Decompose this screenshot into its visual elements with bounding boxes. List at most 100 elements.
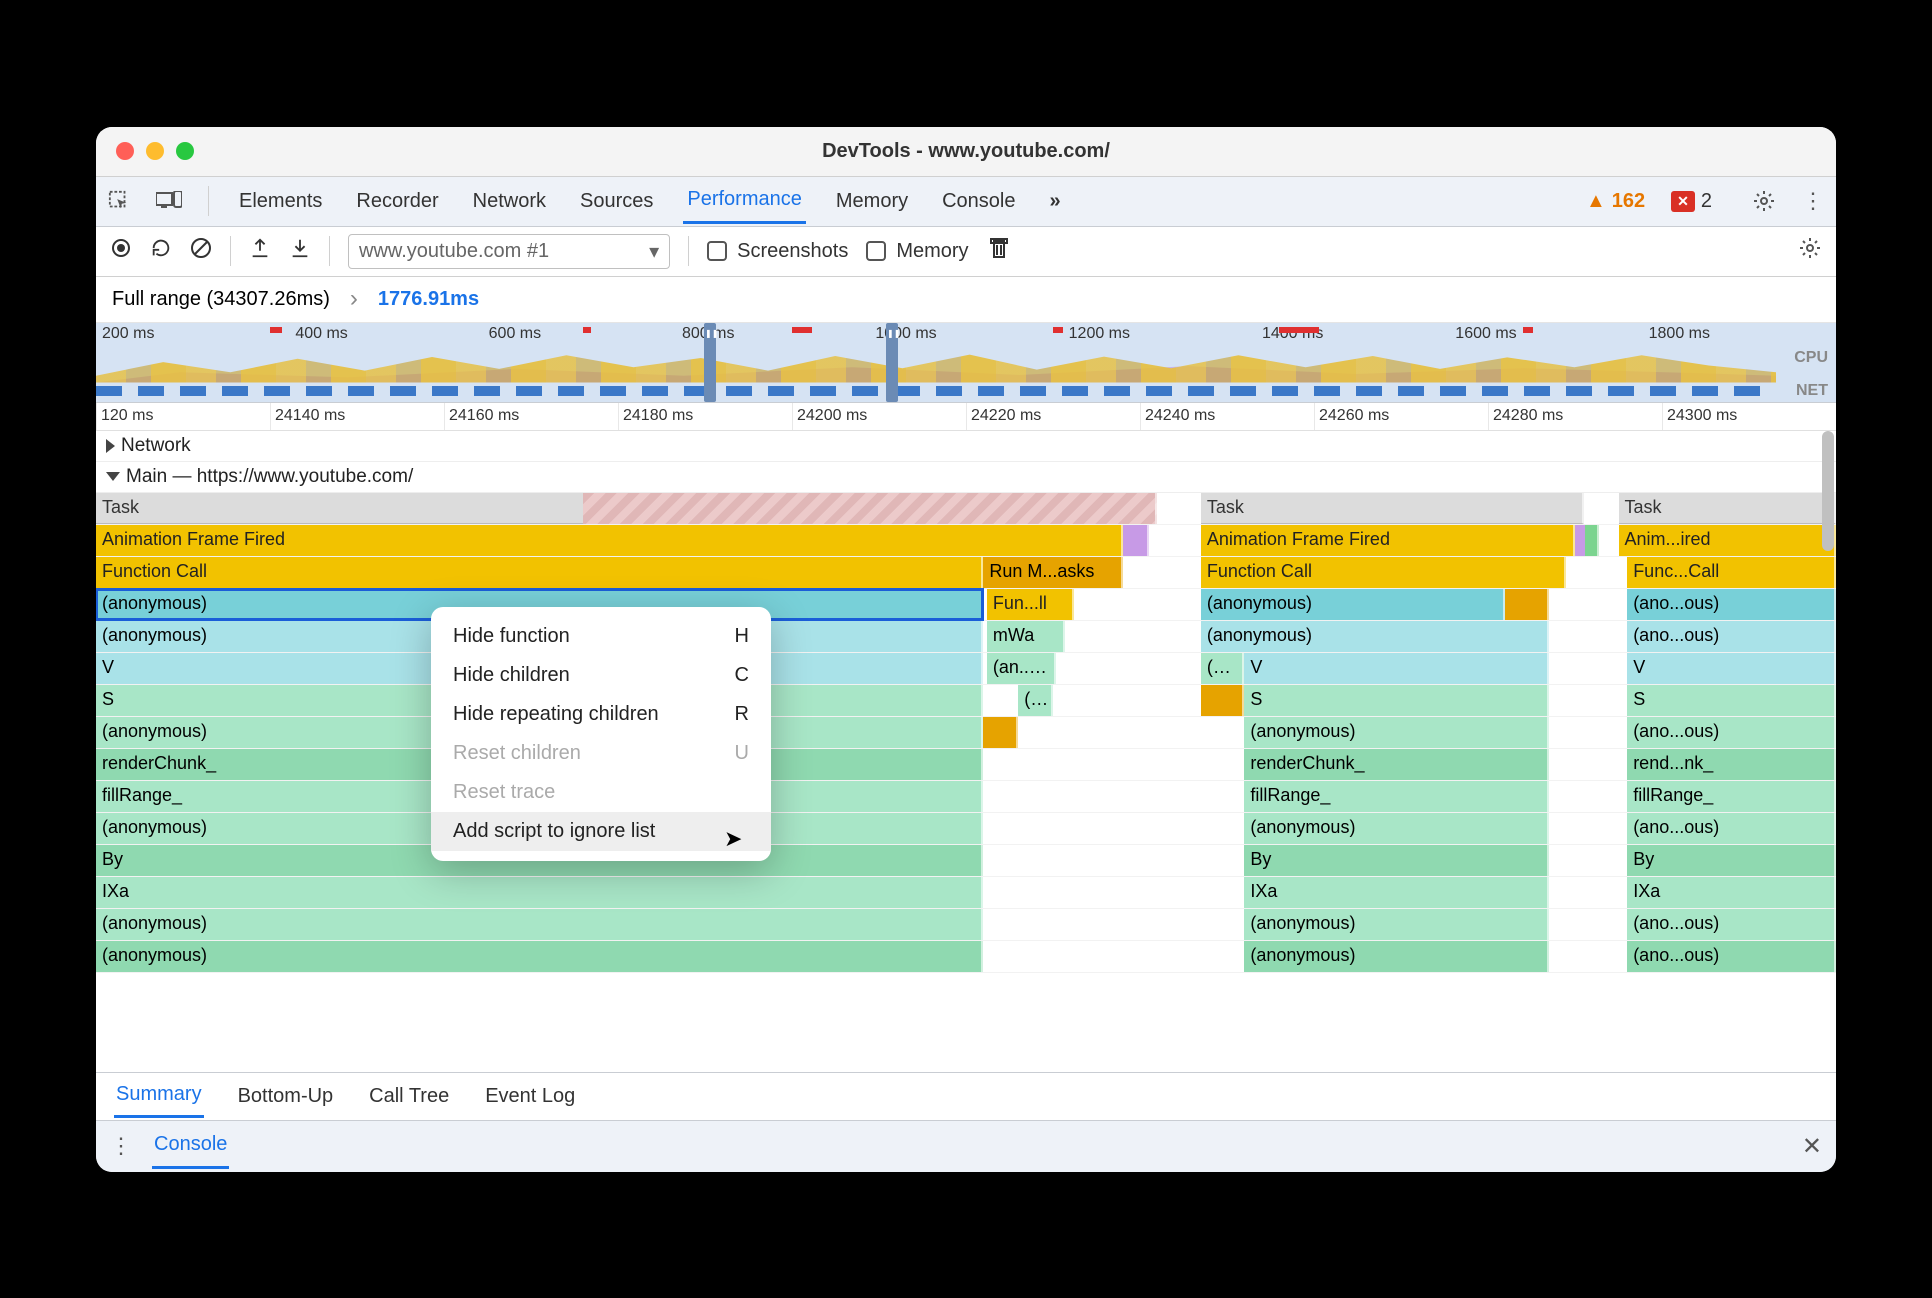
flame-bar-anonymous[interactable]: (anonymous) [1244, 717, 1549, 748]
flame-bar[interactable] [1505, 589, 1549, 620]
inspect-element-icon[interactable] [108, 190, 130, 212]
flame-bar-function-call[interactable]: Function Call [1201, 557, 1566, 588]
tab-console[interactable]: Console [938, 180, 1019, 223]
more-tabs-icon[interactable]: » [1046, 180, 1065, 223]
flame-bar[interactable]: (... [1018, 685, 1053, 716]
flame-bar-anonymous[interactable]: (ano...ous) [1627, 621, 1836, 652]
flame-bar-anonymous[interactable]: (anonymous) [96, 909, 983, 940]
scrollbar-thumb[interactable] [1822, 431, 1834, 551]
tab-elements[interactable]: Elements [235, 180, 326, 223]
ctx-hide-function[interactable]: Hide function H [431, 617, 771, 656]
full-range-crumb[interactable]: Full range (34307.26ms) [112, 288, 330, 311]
flame-bar-function-call[interactable]: Func...Call [1627, 557, 1836, 588]
btab-call-tree[interactable]: Call Tree [367, 1076, 451, 1117]
flame-bar-function-call[interactable]: Function Call [96, 557, 983, 588]
flame-bar[interactable] [1123, 525, 1149, 556]
flame-bar[interactable]: IXa [96, 877, 983, 908]
flame-bar[interactable]: IXa [1627, 877, 1836, 908]
memory-checkbox[interactable]: Memory [866, 240, 968, 263]
error-icon: ✕ [1671, 191, 1695, 212]
close-window-button[interactable] [116, 142, 134, 160]
flame-bar[interactable]: (an...s) [987, 653, 1057, 684]
tab-network[interactable]: Network [469, 180, 550, 223]
drawer-kebab-icon[interactable]: ⋮ [110, 1133, 132, 1159]
overview-range-handle-right[interactable] [886, 323, 898, 402]
flame-bar-longtask[interactable] [583, 493, 1157, 524]
main-flame[interactable]: Task Task Task Animation Frame Fired Ani… [96, 493, 1836, 973]
flame-bar-anonymous[interactable]: (anonymous) [96, 941, 983, 972]
flame-bar-anonymous[interactable]: (ano...ous) [1627, 589, 1836, 620]
titlebar: DevTools - www.youtube.com/ [96, 127, 1836, 177]
flame-bar-animation-frame[interactable]: Anim...ired [1619, 525, 1837, 556]
kebab-menu-icon[interactable]: ⋮ [1802, 188, 1824, 214]
flame-bar[interactable]: mWa [987, 621, 1065, 652]
tab-recorder[interactable]: Recorder [352, 180, 442, 223]
flame-bar-anonymous[interactable]: (ano...ous) [1627, 909, 1836, 940]
drawer-console-tab[interactable]: Console [152, 1123, 229, 1169]
selection-crumb[interactable]: 1776.91ms [378, 288, 479, 311]
flame-bar-task[interactable]: Task [1201, 493, 1584, 524]
flame-bar[interactable]: fillRange_ [1627, 781, 1836, 812]
warnings-badge[interactable]: ▲ 162 [1586, 190, 1645, 213]
flame-bar[interactable]: By [1244, 845, 1549, 876]
record-icon[interactable] [110, 237, 132, 265]
flame-bar-anonymous[interactable]: (anonymous) [1244, 909, 1549, 940]
ctx-add-script-ignore-list[interactable]: Add script to ignore list [431, 812, 771, 851]
flame-bar-anonymous[interactable]: (anonymous) [1244, 941, 1549, 972]
minimize-window-button[interactable] [146, 142, 164, 160]
download-icon[interactable] [289, 237, 311, 265]
chevron-down-icon: ▾ [649, 239, 659, 264]
flame-bar[interactable]: By [1627, 845, 1836, 876]
settings-gear-icon[interactable] [1752, 189, 1776, 213]
ctx-hide-repeating-children[interactable]: Hide repeating children R [431, 695, 771, 734]
overview-range-handle-left[interactable] [704, 323, 716, 402]
btab-event-log[interactable]: Event Log [483, 1076, 577, 1117]
main-track-header[interactable]: Main — https://www.youtube.com/ [96, 462, 1836, 493]
clear-icon[interactable] [190, 237, 212, 265]
flame-bar[interactable] [1201, 685, 1245, 716]
range-breadcrumbs: Full range (34307.26ms) › 1776.91ms [96, 277, 1836, 323]
tab-sources[interactable]: Sources [576, 180, 657, 223]
flame-bar[interactable] [1585, 525, 1599, 556]
btab-summary[interactable]: Summary [114, 1074, 204, 1118]
garbage-collect-icon[interactable] [987, 237, 1011, 265]
flame-bar-anonymous[interactable]: (ano...ous) [1627, 717, 1836, 748]
flame-bar[interactable]: rend...nk_ [1627, 749, 1836, 780]
network-track-header[interactable]: Network [96, 431, 1836, 462]
flame-bar-anonymous[interactable]: (ano...ous) [1627, 941, 1836, 972]
tab-memory[interactable]: Memory [832, 180, 912, 223]
errors-badge[interactable]: ✕ 2 [1671, 190, 1712, 213]
screenshots-checkbox[interactable]: Screenshots [707, 240, 848, 263]
flame-bar[interactable]: IXa [1244, 877, 1549, 908]
flame-bar-task[interactable]: Task [1619, 493, 1837, 524]
tab-performance[interactable]: Performance [683, 178, 806, 224]
btab-bottom-up[interactable]: Bottom-Up [236, 1076, 336, 1117]
flame-bar[interactable]: S [1627, 685, 1836, 716]
profile-select[interactable]: www.youtube.com #1 ▾ [348, 234, 670, 269]
overview-longtask-marker [1053, 327, 1063, 333]
ctx-hide-children[interactable]: Hide children C [431, 656, 771, 695]
drawer-close-icon[interactable]: ✕ [1802, 1132, 1822, 1161]
upload-icon[interactable] [249, 237, 271, 265]
flame-bar[interactable]: V [1627, 653, 1836, 684]
flame-bar[interactable]: (… [1201, 653, 1245, 684]
flame-bar[interactable]: S [1244, 685, 1549, 716]
flame-bar[interactable]: fillRange_ [1244, 781, 1549, 812]
flame-bar-run-microtasks[interactable]: Run M...asks [983, 557, 1122, 588]
reload-record-icon[interactable] [150, 237, 172, 265]
flame-bar-anonymous[interactable]: (anonymous) [1201, 589, 1506, 620]
flame-bar-anonymous[interactable]: (anonymous) [1244, 813, 1549, 844]
flame-bar-anonymous[interactable]: (ano...ous) [1627, 813, 1836, 844]
flame-bar[interactable]: V [1244, 653, 1549, 684]
maximize-window-button[interactable] [176, 142, 194, 160]
overview-strip[interactable]: 200 ms 400 ms 600 ms 800 ms 1000 ms 1200… [96, 323, 1836, 403]
device-toolbar-icon[interactable] [156, 191, 182, 211]
flame-bar[interactable]: renderChunk_ [1244, 749, 1549, 780]
flame-bar[interactable] [983, 717, 1018, 748]
flamechart-area[interactable]: Network Main — https://www.youtube.com/ … [96, 431, 1836, 1072]
capture-settings-gear-icon[interactable] [1798, 236, 1822, 266]
flame-bar-animation-frame[interactable]: Animation Frame Fired [1201, 525, 1575, 556]
flame-bar-animation-frame[interactable]: Animation Frame Fired [96, 525, 1123, 556]
flame-bar[interactable]: Fun...ll [987, 589, 1074, 620]
flame-bar-anonymous[interactable]: (anonymous) [1201, 621, 1549, 652]
